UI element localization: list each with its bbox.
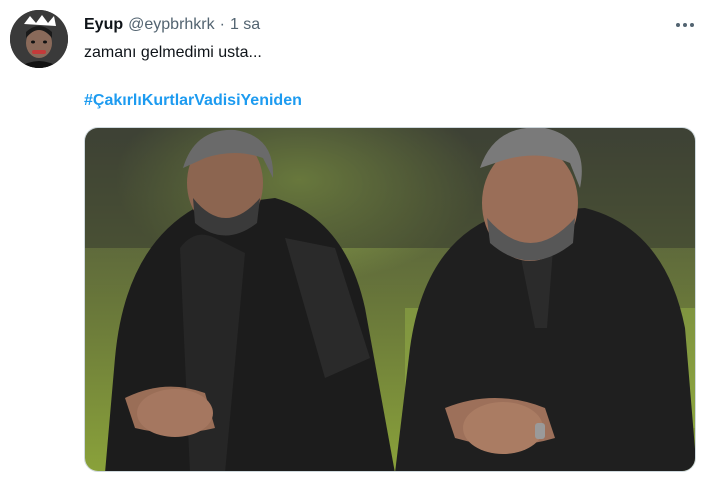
photo-two-men: [85, 128, 695, 471]
separator-dot: ·: [219, 16, 225, 33]
tweet: Eyup @eypbrhkrk · 1 sa zamanı gelmedimi …: [0, 0, 703, 484]
author-handle[interactable]: @eypbrhkrk: [128, 16, 215, 34]
hashtag-link[interactable]: #ÇakırlıKurtlarVadisiYeniden: [84, 92, 302, 110]
more-options-button[interactable]: [672, 14, 698, 36]
author-name[interactable]: Eyup: [84, 16, 123, 34]
tweet-media-image[interactable]: [84, 127, 696, 472]
more-horizontal-icon: [676, 23, 694, 27]
avatar-image: [10, 10, 68, 68]
author-avatar[interactable]: [10, 10, 68, 68]
tweet-text: zamanı gelmedimi usta...: [84, 44, 262, 61]
tweet-header: Eyup @eypbrhkrk · 1 sa: [84, 14, 260, 36]
tweet-timestamp[interactable]: 1 sa: [230, 16, 260, 34]
